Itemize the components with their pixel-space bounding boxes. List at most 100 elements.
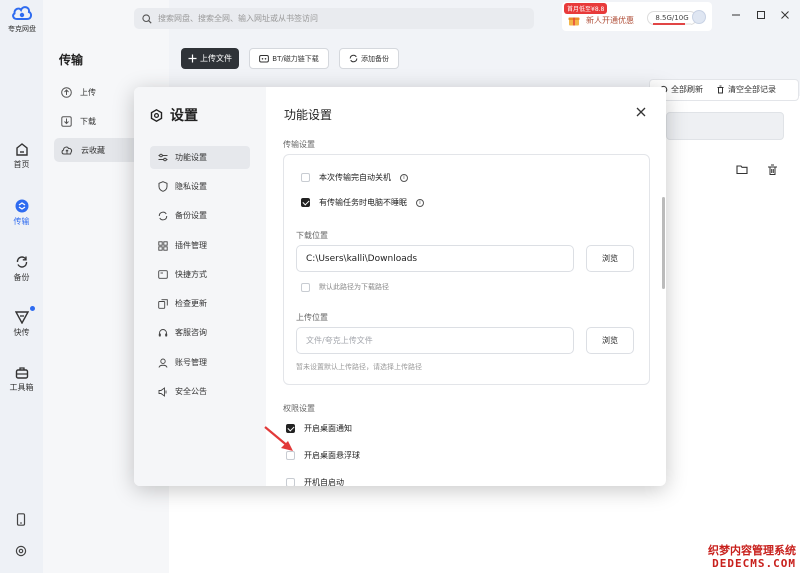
settings-scrollbar[interactable] <box>662 197 665 289</box>
upload-path-placeholder: 文件/夸克上传文件 <box>306 336 373 345</box>
settings-menu-update[interactable]: 检查更新 <box>150 292 250 315</box>
download-path-value: C:\Users\kalli\Downloads <box>306 253 418 264</box>
bt-label: BT/磁力链下载 <box>272 54 319 63</box>
grid-icon <box>158 240 168 251</box>
upload-file-button[interactable]: 上传文件 <box>181 48 239 69</box>
watermark-line1: 织梦内容管理系统 <box>708 544 796 557</box>
cloud-save-icon <box>61 146 73 155</box>
storage-usage-bar <box>653 23 691 25</box>
left-rail: 夸克网盘 首页 传输 备份 快传 工具箱 <box>0 0 43 573</box>
settings-menu-label: 隐私设置 <box>175 182 207 191</box>
settings-menu-label: 备份设置 <box>175 211 207 220</box>
rail-item-transfer[interactable]: 传输 <box>0 199 43 227</box>
background-row <box>666 112 784 140</box>
no-sleep-option[interactable]: 有传输任务时电脑不睡眠 i <box>301 197 424 208</box>
upload-browse-button[interactable]: 浏览 <box>586 327 634 354</box>
backup-icon <box>16 256 27 268</box>
rail-label: 传输 <box>13 217 30 226</box>
promo-banner[interactable]: 首月低至¥8.8 新人开通优惠 8.5G/10G <box>562 2 712 31</box>
settings-menu: 设置 功能设置 隐私设置 备份设置 插件管理 快捷方式 检查更新 客服咨询 账号… <box>134 87 266 486</box>
add-backup-label: 添加备份 <box>361 54 389 63</box>
transfer-icon <box>15 199 28 213</box>
browse-label: 浏览 <box>602 254 618 263</box>
avatar[interactable] <box>692 10 706 24</box>
rail-label: 快传 <box>13 328 30 337</box>
transfer-section-label: 传输设置 <box>283 140 315 149</box>
subnav-title: 传输 <box>59 53 84 67</box>
settings-menu-backup[interactable]: 备份设置 <box>150 204 250 227</box>
add-backup-button[interactable]: 添加备份 <box>339 48 399 69</box>
minimize-icon[interactable] <box>730 10 742 22</box>
maximize-icon[interactable] <box>755 10 767 22</box>
trash-icon <box>717 85 724 94</box>
default-download-option[interactable]: 默认此路径为下载路径 <box>301 282 389 292</box>
search-icon <box>142 13 152 24</box>
sync-icon <box>158 211 168 220</box>
download-path-field[interactable]: C:\Users\kalli\Downloads <box>296 245 574 272</box>
default-download-checkbox[interactable] <box>301 282 310 292</box>
settings-menu-privacy[interactable]: 隐私设置 <box>150 175 250 198</box>
autostart-label: 开机自启动 <box>304 478 344 486</box>
sync-icon <box>349 54 358 63</box>
function-settings-panel: 功能设置 传输设置 本次传输完自动关机 i 有传输任务时电脑不睡眠 i 下载位置… <box>266 87 666 486</box>
settings-menu-label: 插件管理 <box>175 241 207 250</box>
desktop-notify-label: 开启桌面通知 <box>304 424 352 433</box>
permission-section-label: 权限设置 <box>283 404 315 413</box>
rail-item-backup[interactable]: 备份 <box>0 255 43 283</box>
settings-menu-support[interactable]: 客服咨询 <box>150 321 250 344</box>
settings-menu-shortcuts[interactable]: 快捷方式 <box>150 263 250 286</box>
no-sleep-checkbox[interactable] <box>301 198 310 207</box>
delete-icon[interactable] <box>767 164 778 179</box>
site-watermark: 织梦内容管理系统 DEDECMS.COM <box>708 544 796 570</box>
update-icon <box>158 298 168 309</box>
info-icon[interactable]: i <box>400 173 408 182</box>
rail-item-toolbox[interactable]: 工具箱 <box>0 366 43 393</box>
rail-label: 工具箱 <box>9 383 34 392</box>
rail-label: 备份 <box>13 273 30 282</box>
settings-gear-icon[interactable] <box>15 545 27 560</box>
upload-icon <box>61 86 72 98</box>
settings-menu-label: 检查更新 <box>175 299 207 308</box>
search-input[interactable]: 搜索网盘、搜索全网、输入网址或从书签访问 <box>134 8 534 29</box>
plus-icon <box>188 54 197 63</box>
folder-icon[interactable] <box>736 164 748 178</box>
info-icon[interactable]: i <box>416 198 424 207</box>
headset-icon <box>158 328 168 336</box>
settings-menu-label: 快捷方式 <box>175 270 207 279</box>
phone-icon[interactable] <box>15 513 27 529</box>
promo-text: 新人开通优惠 <box>586 16 634 25</box>
annotation-arrow <box>264 426 293 451</box>
fast-send-icon <box>14 311 29 324</box>
refresh-all-label: 全部刷新 <box>671 85 703 94</box>
autostart-option[interactable]: 开机自启动 <box>286 477 344 486</box>
clear-all-records-button[interactable]: 清空全部记录 <box>716 84 776 95</box>
rail-item-home[interactable]: 首页 <box>0 143 43 170</box>
app-logo[interactable]: 夸克网盘 <box>6 4 38 34</box>
rail-item-fast-send[interactable]: 快传 <box>0 310 43 338</box>
auto-shutdown-checkbox[interactable] <box>301 173 310 182</box>
auto-shutdown-label: 本次传输完自动关机 <box>319 173 391 182</box>
settings-dialog: 设置 功能设置 隐私设置 备份设置 插件管理 快捷方式 检查更新 客服咨询 账号… <box>134 87 666 486</box>
sliders-icon <box>158 153 168 162</box>
upload-path-field[interactable]: 文件/夸克上传文件 <box>296 327 574 354</box>
download-browse-button[interactable]: 浏览 <box>586 245 634 272</box>
panel-title: 功能设置 <box>284 108 333 122</box>
close-dialog-icon[interactable] <box>636 107 646 117</box>
bt-magnet-download-button[interactable]: BT/磁力链下载 <box>249 48 329 69</box>
settings-menu-function[interactable]: 功能设置 <box>150 146 250 169</box>
auto-shutdown-option[interactable]: 本次传输完自动关机 i <box>301 172 408 183</box>
storage-usage-fill <box>653 23 686 25</box>
subnav-label: 下载 <box>80 116 96 126</box>
upload-location-label: 上传位置 <box>296 313 328 322</box>
autostart-checkbox[interactable] <box>286 478 295 486</box>
close-window-icon[interactable] <box>779 10 791 22</box>
speaker-icon <box>158 386 167 397</box>
search-placeholder: 搜索网盘、搜索全网、输入网址或从书签访问 <box>158 14 318 23</box>
gift-icon <box>568 17 580 26</box>
settings-menu-label: 客服咨询 <box>175 328 207 337</box>
subnav-label: 云收藏 <box>81 145 105 155</box>
settings-menu-account[interactable]: 账号管理 <box>150 351 250 374</box>
upload-hint: 暂未设置默认上传路径，请选择上传路径 <box>296 363 422 371</box>
settings-menu-security-notice[interactable]: 安全公告 <box>150 380 250 403</box>
settings-menu-plugins[interactable]: 插件管理 <box>150 234 250 257</box>
